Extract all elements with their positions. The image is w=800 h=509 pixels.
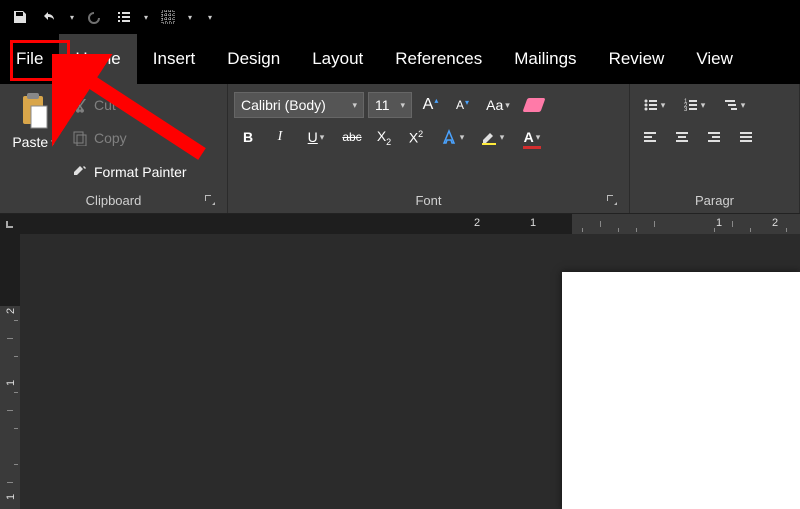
group-font-label: Font [415, 193, 441, 208]
tab-insert[interactable]: Insert [137, 34, 212, 84]
bullets-button[interactable]: ▾ [636, 92, 672, 118]
save-button[interactable] [6, 3, 34, 31]
ruler-h-num-1: 1 [530, 217, 536, 229]
font-color-button[interactable]: A▾ [514, 124, 550, 150]
copy-button[interactable]: Copy [68, 125, 191, 151]
ruler-h-num-3: 2 [772, 217, 778, 229]
justify-button[interactable] [732, 124, 760, 150]
ruler-h-num-2: 1 [716, 217, 722, 229]
text-effects-button[interactable]: ▾ [434, 124, 470, 150]
clear-formatting-button[interactable] [520, 92, 548, 118]
multilevel-list-button[interactable]: ▾ [716, 92, 752, 118]
change-case-button[interactable]: Aa▾ [480, 92, 516, 118]
font-name-value: Calibri (Body) [241, 97, 326, 113]
tab-references[interactable]: References [379, 34, 498, 84]
group-clipboard: Paste▾ Cut Copy Format Painter Clipboard [0, 84, 228, 213]
grow-font-button[interactable]: A▴ [416, 92, 444, 118]
underline-button[interactable]: U▾ [298, 124, 334, 150]
table-grid-button[interactable] [154, 3, 182, 31]
table-grid-dropdown[interactable]: ▾ [184, 13, 196, 22]
svg-text:3: 3 [684, 107, 688, 113]
align-right-button[interactable] [700, 124, 728, 150]
ruler-h-num-0: 2 [474, 217, 480, 229]
qat-customize-dropdown[interactable]: ▾ [204, 13, 216, 22]
paste-dropdown-caret: ▾ [51, 137, 56, 148]
eraser-icon [522, 98, 545, 112]
list-style-dropdown[interactable]: ▾ [140, 13, 152, 22]
align-center-button[interactable] [668, 124, 696, 150]
document-page[interactable] [562, 272, 800, 509]
tab-mailings[interactable]: Mailings [498, 34, 592, 84]
quick-access-toolbar: ▾ ▾ ▾ ▾ [0, 0, 800, 34]
bold-button[interactable]: B [234, 124, 262, 150]
ruler-v-num-1: 1 [5, 380, 17, 386]
tab-selector[interactable] [0, 214, 20, 234]
ruler-horizontal[interactable]: 2 1 1 2 [20, 214, 800, 234]
strikethrough-button[interactable]: abc [338, 124, 366, 150]
tab-view[interactable]: View [680, 34, 749, 84]
ribbon: Paste▾ Cut Copy Format Painter Clipboard [0, 84, 800, 214]
paste-button[interactable]: Paste▾ [6, 88, 62, 189]
clipboard-dialog-launcher[interactable] [203, 194, 217, 208]
ruler-v-num-2: 1 [5, 494, 17, 500]
group-font: Calibri (Body)▾ 11▾ A▴ A▾ Aa▾ B I U▾ abc… [228, 84, 630, 213]
cut-label: Cut [94, 97, 116, 113]
format-painter-button[interactable]: Format Painter [68, 159, 191, 185]
redo-button[interactable] [80, 3, 108, 31]
shrink-font-button[interactable]: A▾ [448, 92, 476, 118]
align-left-button[interactable] [636, 124, 664, 150]
copy-label: Copy [94, 130, 127, 146]
undo-button[interactable] [36, 3, 64, 31]
subscript-button[interactable]: X2 [370, 124, 398, 150]
list-style-button[interactable] [110, 3, 138, 31]
font-size-value: 11 [375, 97, 390, 113]
numbering-button[interactable]: 123▾ [676, 92, 712, 118]
font-dialog-launcher[interactable] [605, 194, 619, 208]
tab-review[interactable]: Review [593, 34, 681, 84]
italic-button[interactable]: I [266, 124, 294, 150]
superscript-button[interactable]: X2 [402, 124, 430, 150]
ribbon-tabs: File Home Insert Design Layout Reference… [0, 34, 800, 84]
undo-dropdown[interactable]: ▾ [66, 13, 78, 22]
group-clipboard-label: Clipboard [86, 193, 142, 208]
font-size-combo[interactable]: 11▾ [368, 92, 412, 118]
ruler-v-num-0: 2 [5, 308, 17, 314]
tab-home[interactable]: Home [59, 34, 136, 84]
format-painter-label: Format Painter [94, 164, 187, 180]
group-paragraph-label: Paragr [695, 193, 734, 208]
highlight-button[interactable]: ▾ [474, 124, 510, 150]
tab-file[interactable]: File [0, 34, 59, 84]
cut-button[interactable]: Cut [68, 92, 191, 118]
ruler-vertical[interactable]: 2 1 1 [0, 234, 20, 509]
group-paragraph: ▾ 123▾ ▾ Paragr [630, 84, 800, 213]
font-name-combo[interactable]: Calibri (Body)▾ [234, 92, 364, 118]
paste-label: Paste [12, 134, 48, 150]
document-workspace: 2 1 1 2 2 1 1 [0, 214, 800, 509]
tab-layout[interactable]: Layout [296, 34, 379, 84]
tab-design[interactable]: Design [211, 34, 296, 84]
